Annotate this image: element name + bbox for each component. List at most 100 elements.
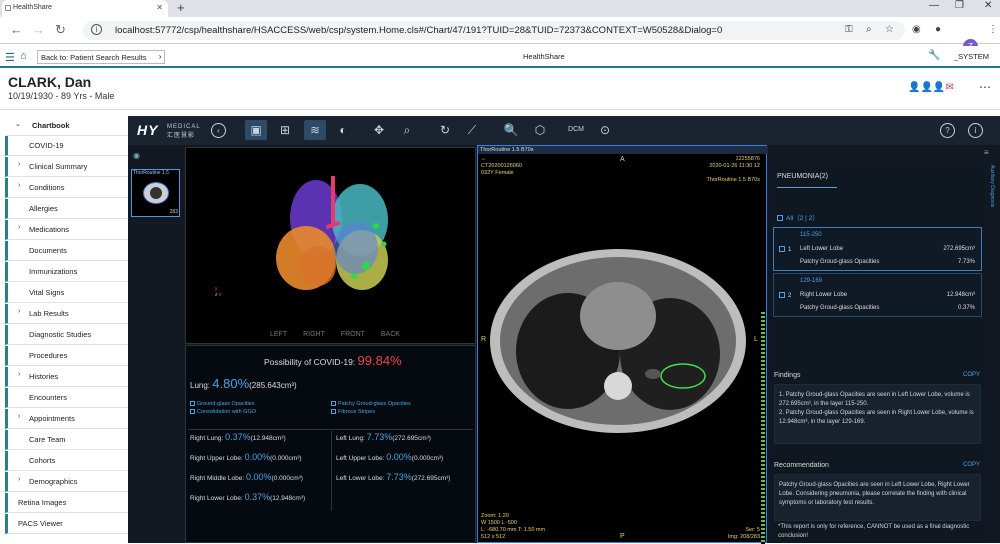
zoom-tool-icon[interactable]: ⌕ bbox=[396, 120, 418, 140]
layers-icon[interactable]: ≋ bbox=[304, 120, 326, 140]
view-back-button[interactable]: BACK bbox=[381, 331, 400, 338]
sidebar-item-histories[interactable]: › Histories bbox=[5, 367, 134, 387]
check-fibrous[interactable]: Fibrous Stripes bbox=[331, 409, 375, 415]
sidebar-item-cohorts[interactable]: Cohorts bbox=[5, 451, 134, 471]
maximize-icon[interactable]: ❐ bbox=[955, 0, 964, 11]
thumbnail-caption: ThorRoutine 1.5 bbox=[133, 170, 169, 176]
layout-icon[interactable]: ▣ bbox=[245, 120, 267, 140]
check-consolidation[interactable]: Consolidation with GGO bbox=[190, 409, 256, 415]
grid-icon[interactable]: ⊞ bbox=[274, 120, 296, 140]
more-icon[interactable]: ⋯ bbox=[979, 80, 991, 94]
sidebar-item-allergies[interactable]: Allergies bbox=[5, 199, 134, 219]
orient-top: A bbox=[620, 156, 625, 163]
forward-arrow-icon[interactable]: → bbox=[32, 22, 45, 37]
sidebar-item-retina-images[interactable]: Retina Images bbox=[5, 493, 134, 513]
check-ggo[interactable]: Ground-glass Opacities bbox=[190, 401, 254, 407]
wrench-icon[interactable]: 🔧 bbox=[928, 50, 940, 61]
findings-copy-button[interactable]: COPY bbox=[963, 372, 980, 378]
extension2-icon[interactable]: ● bbox=[935, 24, 941, 35]
divider bbox=[331, 431, 332, 511]
back-circle-icon[interactable]: ‹ bbox=[211, 123, 226, 138]
sidebar-item-clinical-summary[interactable]: › Clinical Summary bbox=[5, 157, 134, 177]
ct-marker: ↔ bbox=[481, 156, 487, 162]
chevron-right-icon: › bbox=[18, 413, 21, 420]
all-filter[interactable]: All（2 | 2） bbox=[777, 212, 819, 222]
back-to-results-button[interactable]: Back to: Patient Search Results › bbox=[37, 50, 166, 64]
right-lung-row: Right Lung: 0.37%(12.948cm³) bbox=[190, 432, 286, 442]
help-icon[interactable]: ? bbox=[940, 123, 955, 138]
sidebar-item-label: COVID-19 bbox=[29, 141, 64, 150]
sidebar-item-demographics[interactable]: › Demographics bbox=[5, 472, 134, 492]
lung-3d-view[interactable]: yz x LEFT RIGHT FRONT BACK bbox=[185, 147, 476, 344]
recommendation-title: Recommendation bbox=[774, 462, 829, 469]
view-front-button[interactable]: FRONT bbox=[341, 331, 365, 338]
key-icon[interactable]: ⚿ bbox=[845, 24, 853, 35]
menu-kebab-icon[interactable]: ⋮ bbox=[988, 24, 998, 35]
sidebar-item-conditions[interactable]: › Conditions bbox=[5, 178, 134, 198]
pan-icon[interactable]: ✥ bbox=[368, 120, 390, 140]
check-patchy-ggo[interactable]: Patchy Groud-glass Opacities bbox=[331, 401, 411, 407]
ai-viewer: HY MEDICAL 汇医慧影 ‹ ▣ ⊞ ≋ ◐ ✥ ⌕ ↻ ⟋ 🔍 ⬡ DCM… bbox=[128, 116, 1000, 544]
window-close-icon[interactable]: ✕ bbox=[984, 0, 992, 11]
lobe-row: Right Upper Lobe: 0.00%(0.000cm³) bbox=[190, 452, 302, 462]
patient-name: CLARK, Dan bbox=[8, 74, 92, 90]
app-title: HealthShare bbox=[523, 52, 565, 61]
chartbook-header[interactable]: ⌄ Chartbook bbox=[5, 116, 134, 136]
reload-icon[interactable]: ↻ bbox=[55, 22, 66, 38]
ct-patient: 032Y Female bbox=[481, 170, 514, 176]
menu-icon[interactable]: ≡ bbox=[984, 148, 989, 157]
user-name[interactable]: _SYSTEM bbox=[954, 52, 989, 61]
view-left-button[interactable]: LEFT bbox=[270, 331, 287, 338]
more-tools-icon[interactable]: ⊙ bbox=[594, 120, 616, 140]
sidebar-item-lab-results[interactable]: › Lab Results bbox=[5, 304, 134, 324]
sidebar-item-medications[interactable]: › Medications bbox=[5, 220, 134, 240]
finding-card[interactable]: 115-250 1 Left Lower Lobe 272.695cm³ Pat… bbox=[773, 227, 982, 271]
sidebar-item-documents[interactable]: Documents bbox=[5, 241, 134, 261]
minimize-icon[interactable]: — bbox=[929, 0, 939, 11]
measure-icon[interactable]: ⟋ bbox=[461, 120, 483, 140]
view-right-button[interactable]: RIGHT bbox=[303, 331, 325, 338]
dicom-icon[interactable]: DCM bbox=[565, 120, 587, 140]
eye-icon[interactable]: ◉ bbox=[133, 151, 140, 160]
info-icon[interactable]: i bbox=[91, 24, 102, 35]
info-circle-icon[interactable]: i bbox=[968, 123, 983, 138]
sidebar-item-procedures[interactable]: Procedures bbox=[5, 346, 134, 366]
finding-card[interactable]: 129-169 2 Right Lower Lobe 12.948cm³ Pat… bbox=[773, 273, 982, 317]
series-thumbnail[interactable]: ThorRoutine 1.5 283 bbox=[131, 169, 180, 217]
browser-tab[interactable]: HealthShare ✕ bbox=[2, 0, 168, 17]
star-icon[interactable]: ☆ bbox=[885, 24, 894, 35]
sidebar-item-appointments[interactable]: › Appointments bbox=[5, 409, 134, 429]
hamburger-icon[interactable]: ☰ bbox=[5, 51, 15, 64]
sidebar-item-label: Diagnostic Studies bbox=[29, 330, 92, 339]
magnify-icon[interactable]: 🔍 bbox=[500, 120, 522, 140]
new-tab-icon[interactable]: + bbox=[177, 0, 185, 15]
app-header: ☰ ⌂ Back to: Patient Search Results › He… bbox=[0, 46, 1000, 68]
sidebar-item-covid-19[interactable]: COVID-19 bbox=[5, 136, 134, 156]
sidebar-item-label: PACS Viewer bbox=[18, 519, 63, 528]
sidebar-item-immunizations[interactable]: Immunizations bbox=[5, 262, 134, 282]
sidebar-item-diagnostic-studies[interactable]: Diagnostic Studies bbox=[5, 325, 134, 345]
rotate-icon[interactable]: ↻ bbox=[434, 120, 456, 140]
sidebar-item-pacs-viewer[interactable]: PACS Viewer bbox=[5, 514, 134, 534]
recommendation-copy-button[interactable]: COPY bbox=[963, 462, 980, 468]
extension-icon[interactable]: ◉ bbox=[912, 24, 921, 35]
sidebar-item-label: Encounters bbox=[29, 393, 67, 402]
sidebar-item-encounters[interactable]: Encounters bbox=[5, 388, 134, 408]
sidebar-item-care-team[interactable]: Care Team bbox=[5, 430, 134, 450]
care-team-icons[interactable]: 👤👤👤✉ bbox=[908, 82, 954, 93]
zoom-icon[interactable]: ⌕ bbox=[866, 24, 872, 35]
auxiliary-diagnosis-tab[interactable]: Auxiliary Diagnosis bbox=[986, 145, 1000, 543]
back-arrow-icon[interactable]: ← bbox=[10, 22, 23, 37]
close-tab-icon[interactable]: ✕ bbox=[156, 3, 163, 12]
ct-zoom: Zoom: 1.20 bbox=[481, 513, 509, 519]
diagnosis-panel: PNEUMONIA(2) All（2 | 2） 115-250 1 Left L… bbox=[768, 145, 1000, 543]
sidebar-item-vital-signs[interactable]: Vital Signs bbox=[5, 283, 134, 303]
contrast-icon[interactable]: ◐ bbox=[332, 120, 354, 140]
url-field[interactable]: i localhost:57772/csp/healthshare/HSACCE… bbox=[83, 21, 905, 40]
ct-slice-view[interactable]: ThorRoutine 1.5 B70s ↔ CT20200126060 032… bbox=[477, 145, 768, 544]
home-icon[interactable]: ⌂ bbox=[20, 50, 27, 62]
cube-icon[interactable]: ⬡ bbox=[529, 120, 551, 140]
sidebar-item-label: Demographics bbox=[29, 477, 78, 486]
pneumonia-tab[interactable]: PNEUMONIA(2) bbox=[777, 173, 837, 188]
slice-scrollbar[interactable] bbox=[761, 312, 765, 544]
